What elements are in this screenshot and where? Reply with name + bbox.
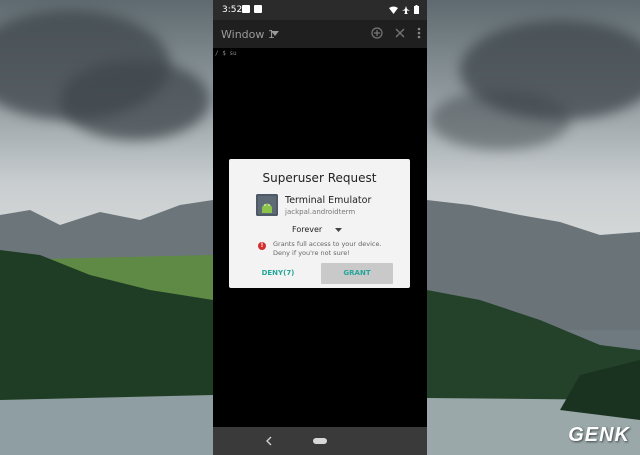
wifi-icon bbox=[389, 6, 398, 14]
warning-line-2: Deny if you're not sure! bbox=[273, 248, 350, 257]
dialog-title: Superuser Request bbox=[262, 171, 377, 185]
more-vert-icon[interactable] bbox=[417, 27, 421, 39]
close-icon[interactable] bbox=[395, 28, 405, 38]
window-title[interactable]: Window 1 bbox=[221, 28, 275, 41]
add-tab-icon[interactable] bbox=[371, 27, 383, 39]
battery-icon bbox=[414, 5, 419, 14]
dropdown-caret-icon[interactable] bbox=[335, 228, 342, 232]
image-notification-icon bbox=[254, 5, 262, 13]
app-name: Terminal Emulator bbox=[285, 195, 372, 206]
app-package: jackpal.androidterm bbox=[285, 208, 356, 216]
genk-watermark: GENK bbox=[568, 424, 630, 446]
android-icon bbox=[256, 194, 278, 216]
warning-icon: ! bbox=[258, 242, 266, 250]
terminal-app-bar: Window 1 bbox=[213, 20, 427, 48]
airplane-icon bbox=[402, 5, 410, 14]
app-bar-actions bbox=[371, 27, 421, 39]
navigation-bar bbox=[213, 427, 427, 455]
back-icon[interactable] bbox=[265, 436, 273, 446]
duration-select[interactable]: Forever bbox=[292, 225, 322, 234]
deny-button[interactable]: DENY(7) bbox=[233, 263, 323, 284]
window-dropdown-caret-icon[interactable] bbox=[271, 31, 279, 36]
warning-line-1: Grants full access to your device. bbox=[273, 240, 382, 248]
status-icons bbox=[389, 5, 419, 14]
superuser-request-dialog: Superuser Request Terminal Emulator jack… bbox=[229, 159, 410, 288]
terminal-prompt: / $ su bbox=[215, 50, 237, 57]
notification-icon bbox=[242, 5, 250, 13]
grant-button[interactable]: GRANT bbox=[321, 263, 393, 284]
warning-text: Grants full access to your device. Deny … bbox=[273, 240, 405, 257]
status-bar: 3:52 bbox=[213, 0, 427, 20]
status-time: 3:52 bbox=[222, 5, 243, 15]
home-icon[interactable] bbox=[313, 438, 327, 444]
